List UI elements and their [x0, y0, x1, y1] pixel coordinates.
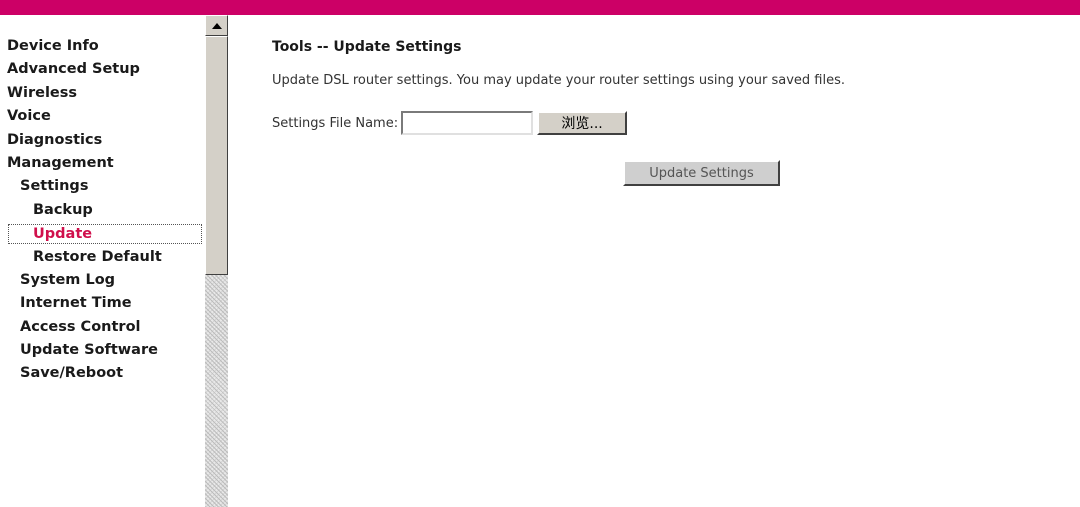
sidebar-item-device-info[interactable]: Device Info	[7, 35, 203, 58]
sidebar-item-wireless[interactable]: Wireless	[7, 82, 203, 105]
sidebar-item-access-control[interactable]: Access Control	[7, 316, 203, 339]
sidebar: Device Info Advanced Setup Wireless Voic…	[0, 15, 205, 507]
settings-file-label: Settings File Name:	[272, 115, 399, 131]
page-description: Update DSL router settings. You may upda…	[272, 73, 846, 88]
sidebar-item-internet-time[interactable]: Internet Time	[7, 292, 203, 315]
sidebar-item-update-software[interactable]: Update Software	[7, 339, 203, 362]
page-title: Tools -- Update Settings	[272, 39, 462, 55]
sidebar-item-save-reboot[interactable]: Save/Reboot	[7, 362, 203, 385]
sidebar-scrollbar[interactable]	[205, 15, 228, 507]
sidebar-item-settings[interactable]: Settings	[7, 175, 203, 198]
sidebar-item-restore-default[interactable]: Restore Default	[7, 246, 203, 269]
sidebar-item-voice[interactable]: Voice	[7, 105, 203, 128]
sidebar-item-management[interactable]: Management	[7, 152, 203, 175]
browse-button[interactable]: 浏览...	[537, 111, 628, 135]
sidebar-item-backup[interactable]: Backup	[7, 199, 203, 222]
sidebar-item-system-log[interactable]: System Log	[7, 269, 203, 292]
sidebar-item-update[interactable]: Update	[7, 223, 203, 245]
update-settings-button[interactable]: Update Settings	[623, 160, 780, 186]
scroll-up-arrow-icon[interactable]	[205, 15, 228, 36]
top-banner	[0, 0, 1080, 15]
sidebar-item-advanced-setup[interactable]: Advanced Setup	[7, 58, 203, 81]
sidebar-nav: Device Info Advanced Setup Wireless Voic…	[7, 35, 203, 386]
settings-file-input[interactable]	[401, 111, 534, 135]
scroll-thumb[interactable]	[205, 36, 228, 275]
settings-file-row: Settings File Name: 浏览...	[272, 111, 628, 135]
sidebar-item-diagnostics[interactable]: Diagnostics	[7, 129, 203, 152]
